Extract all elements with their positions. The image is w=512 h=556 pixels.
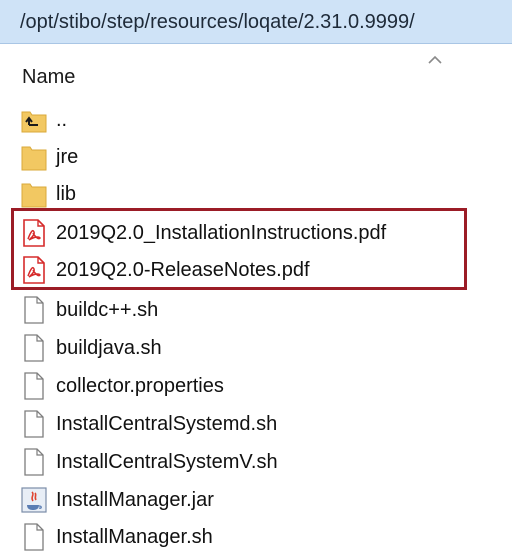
path-bar[interactable]: /opt/stibo/step/resources/loqate/2.31.0.… — [0, 0, 512, 44]
java-jar-icon — [21, 487, 47, 513]
file-name: buildc++.sh — [56, 299, 159, 321]
file-name: collector.properties — [56, 375, 224, 397]
file-row-installmanager-jar[interactable]: InstallManager.jar — [0, 482, 512, 519]
file-name: buildjava.sh — [56, 337, 162, 359]
file-name: InstallManager.jar — [56, 489, 214, 511]
file-name: lib — [56, 183, 77, 205]
file-name: .. — [56, 109, 68, 131]
file-row-installmanager-sh[interactable]: InstallManager.sh — [0, 519, 512, 556]
file-name: jre — [56, 146, 79, 168]
file-row-installcentralsystemv[interactable]: InstallCentralSystemV.sh — [0, 444, 512, 481]
file-name: InstallCentralSystemd.sh — [56, 413, 278, 435]
highlight-box — [11, 208, 467, 290]
path-text: /opt/stibo/step/resources/loqate/2.31.0.… — [20, 11, 415, 33]
file-row-buildjava[interactable]: buildjava.sh — [0, 330, 512, 367]
file-row-jre[interactable]: jre — [0, 139, 512, 176]
file-row-parent[interactable]: .. — [0, 102, 512, 139]
parent-folder-icon — [21, 111, 47, 133]
name-column-header[interactable]: Name — [22, 66, 75, 88]
file-icon — [24, 448, 44, 476]
file-name: InstallCentralSystemV.sh — [56, 451, 278, 473]
folder-icon — [21, 146, 47, 171]
file-row-buildcpp[interactable]: buildc++.sh — [0, 292, 512, 329]
file-icon — [24, 372, 44, 400]
file-icon — [24, 523, 44, 551]
file-row-installcentralsystemd[interactable]: InstallCentralSystemd.sh — [0, 406, 512, 443]
file-icon — [24, 410, 44, 438]
column-header[interactable]: Name — [0, 44, 512, 102]
file-row-collector[interactable]: collector.properties — [0, 368, 512, 405]
file-name: InstallManager.sh — [56, 526, 213, 548]
chevron-up-icon — [428, 55, 442, 64]
file-icon — [24, 296, 44, 324]
folder-icon — [21, 183, 47, 208]
file-icon — [24, 334, 44, 362]
